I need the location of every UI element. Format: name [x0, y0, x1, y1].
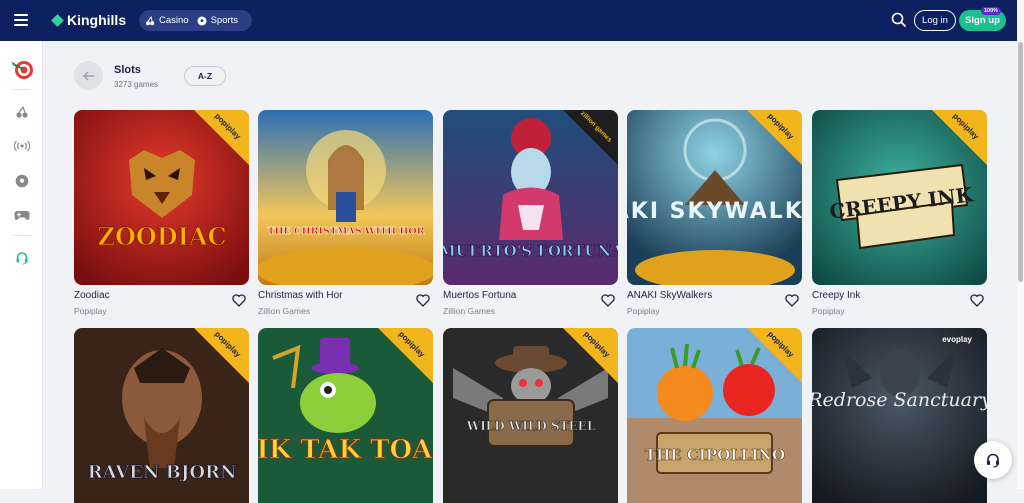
game-provider: Popiplay — [627, 306, 660, 316]
scrollbar-thumb[interactable] — [1018, 42, 1023, 282]
game-provider: Popiplay — [812, 306, 845, 316]
game-provider: Zillion Games — [443, 306, 495, 316]
game-art-text: WILD WILD STEEL — [466, 419, 596, 433]
page-title: Slots — [114, 64, 141, 76]
heart-icon[interactable] — [232, 294, 246, 307]
game-name[interactable]: Christmas with Hor — [258, 290, 342, 301]
top-navigation-bar: Kinghills Casino Sports Log in Sign up 1… — [0, 0, 1017, 41]
casino-tab[interactable]: Casino — [145, 15, 189, 26]
game-art-text: THE CIPOLLINO — [645, 446, 785, 464]
live-broadcast-icon — [13, 140, 30, 152]
arrow-left-icon — [82, 71, 94, 80]
back-button[interactable] — [74, 61, 103, 90]
game-art-text: TIK TAK TOAD — [258, 435, 433, 465]
game-art-text: ANAKI SKYWALKERS — [627, 199, 802, 224]
page-scrollbar[interactable] — [1017, 0, 1024, 489]
game-thumbnail[interactable]: Redrose Sanctuary evoplay — [812, 328, 987, 503]
sidebar-item-esports[interactable] — [0, 203, 43, 227]
game-name[interactable]: Muertos Fortuna — [443, 290, 516, 301]
gamepad-icon — [13, 211, 30, 220]
sports-tab[interactable]: Sports — [197, 15, 238, 26]
sidebar — [0, 41, 43, 489]
heart-icon[interactable] — [416, 294, 430, 307]
logo-text: Kinghills — [67, 12, 127, 28]
cherries-icon — [146, 15, 155, 25]
soccer-ball-icon — [197, 16, 207, 25]
heart-icon[interactable] — [785, 294, 799, 307]
provider-ribbon: evoplay — [942, 335, 972, 344]
games-count: 3273 games — [114, 80, 159, 89]
game-thumbnail[interactable]: THE CIPOLLINO popiplay — [627, 328, 802, 503]
casino-tab-label: Casino — [159, 15, 189, 26]
game-name[interactable]: Creepy Ink — [812, 290, 860, 301]
cherries-icon — [15, 105, 28, 118]
sidebar-item-support[interactable] — [0, 246, 43, 270]
game-thumbnail[interactable]: CREEPY INK popiplay — [812, 110, 987, 285]
game-thumbnail[interactable]: TIK TAK TOAD popiplay — [258, 328, 433, 503]
sidebar-item-promotions[interactable] — [0, 58, 43, 82]
game-name[interactable]: Zoodiac — [74, 290, 110, 301]
game-provider: Popiplay — [74, 306, 107, 316]
sidebar-divider — [12, 235, 31, 236]
game-thumbnail[interactable]: ANAKI SKYWALKERS popiplay — [627, 110, 802, 285]
sports-tab-label: Sports — [210, 15, 239, 26]
sidebar-divider — [12, 89, 31, 90]
game-thumbnail[interactable]: RAVEN BJORN popiplay — [74, 328, 249, 503]
heart-icon[interactable] — [970, 294, 984, 307]
logo[interactable]: Kinghills — [51, 12, 127, 28]
headset-support-icon — [987, 453, 999, 468]
soccer-ball-icon — [15, 174, 28, 188]
game-thumbnail[interactable]: ZOODIAC popiplay — [74, 110, 249, 285]
mode-switch: Casino Sports — [139, 10, 252, 31]
search-icon[interactable] — [891, 12, 907, 28]
game-art-text: RAVEN BJORN — [88, 462, 237, 483]
game-art-text: Redrose Sanctuary — [812, 389, 987, 411]
sort-az-button[interactable]: A-Z — [184, 66, 226, 86]
game-provider: Zillion Games — [258, 306, 310, 316]
game-thumbnail[interactable]: WILD WILD STEEL popiplay — [443, 328, 618, 503]
game-art-text: ZOODIAC — [97, 222, 226, 251]
bonus-badge: 100% — [981, 7, 1002, 15]
sidebar-item-casino[interactable] — [0, 100, 43, 124]
game-name[interactable]: ANAKI SkyWalkers — [627, 290, 712, 301]
game-thumbnail[interactable]: THE CHRISTMAS WITH HOR — [258, 110, 433, 285]
live-support-button[interactable] — [974, 441, 1012, 479]
hamburger-menu-icon[interactable] — [14, 14, 28, 26]
target-darts-icon — [10, 61, 33, 79]
game-art-text: MUERTO'S FORTUNA — [443, 242, 618, 260]
game-art-text: THE CHRISTMAS WITH HOR — [267, 226, 424, 237]
sidebar-item-sports[interactable] — [0, 169, 43, 193]
game-thumbnail[interactable]: MUERTO'S FORTUNA zillion games — [443, 110, 618, 285]
heart-icon[interactable] — [601, 294, 615, 307]
sidebar-item-live[interactable] — [0, 134, 43, 158]
login-button[interactable]: Log in — [914, 10, 956, 31]
logo-diamond-icon — [51, 13, 64, 27]
headset-support-icon — [16, 252, 27, 265]
